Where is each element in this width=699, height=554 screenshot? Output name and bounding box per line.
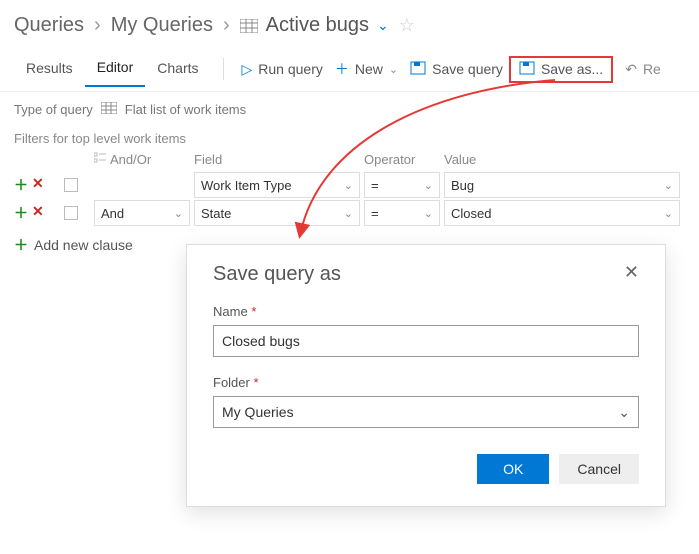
chevron-down-icon: ⌄ — [424, 207, 433, 220]
breadcrumb: Queries › My Queries › Active bugs ⌄ ☆ — [0, 0, 699, 45]
name-input[interactable] — [213, 325, 639, 357]
dialog-title: Save query as — [213, 263, 341, 286]
type-of-query-value: Flat list of work items — [125, 102, 246, 117]
breadcrumb-folder[interactable]: My Queries — [111, 14, 213, 37]
tab-editor[interactable]: Editor — [85, 51, 146, 87]
row-checkbox[interactable] — [64, 206, 78, 220]
andor-select[interactable]: And ⌄ — [94, 200, 190, 226]
save-query-as-dialog: Save query as ✕ Name * Folder * My Queri… — [186, 244, 666, 507]
filters-title: Filters for top level work items — [14, 131, 685, 146]
close-icon[interactable]: ✕ — [624, 263, 639, 281]
filter-row: ＋ ✕ ⌄ Work Item Type ⌄ =⌄ Bug ⌄ — [14, 171, 685, 199]
chevron-down-icon: ⌄ — [618, 404, 630, 421]
andor-value: And — [101, 206, 124, 221]
value-select[interactable]: Bug ⌄ — [444, 172, 680, 198]
row-checkbox[interactable] — [64, 178, 78, 192]
value-value: Closed — [451, 206, 491, 221]
chevron-down-icon: ⌄ — [344, 207, 353, 220]
operator-value: = — [371, 206, 379, 221]
chevron-down-icon: ⌄ — [664, 179, 673, 192]
grid-icon — [240, 19, 258, 33]
chevron-down-icon: ⌄ — [424, 179, 433, 192]
chevron-right-icon: › — [223, 14, 230, 37]
play-icon: ▷ — [242, 61, 253, 78]
revert-label: Re — [643, 61, 661, 77]
tab-results[interactable]: Results — [14, 52, 85, 86]
header-andor: And/Or — [110, 152, 151, 167]
operator-select[interactable]: =⌄ — [364, 200, 440, 226]
field-select[interactable]: State ⌄ — [194, 200, 360, 226]
chevron-down-icon[interactable]: ⌄ — [377, 17, 389, 34]
remove-clause-icon[interactable]: ✕ — [32, 175, 44, 195]
value-select[interactable]: Closed ⌄ — [444, 200, 680, 226]
field-value: Work Item Type — [201, 178, 292, 193]
remove-clause-icon[interactable]: ✕ — [32, 203, 44, 223]
revert-button[interactable]: ↶ Re — [619, 57, 667, 82]
favorite-star-icon[interactable]: ☆ — [399, 15, 415, 36]
save-query-button[interactable]: Save query — [404, 57, 509, 82]
cancel-button[interactable]: Cancel — [559, 454, 639, 484]
tabbar: Results Editor Charts ▷ Run query ＋ New … — [0, 45, 699, 87]
chevron-down-icon: ⌄ — [174, 207, 183, 220]
header-field: Field — [194, 152, 364, 167]
run-query-button[interactable]: ▷ Run query — [236, 57, 329, 82]
operator-select[interactable]: =⌄ — [364, 172, 440, 198]
save-as-button[interactable]: Save as... — [509, 56, 613, 83]
ok-button[interactable]: OK — [477, 454, 549, 484]
save-as-label: Save as... — [541, 61, 603, 77]
required-icon: * — [251, 304, 256, 319]
chevron-down-icon: ⌄ — [344, 179, 353, 192]
name-label: Name — [213, 304, 248, 319]
save-label: Save query — [432, 61, 503, 77]
grid-icon — [101, 102, 117, 117]
breadcrumb-root[interactable]: Queries — [14, 14, 84, 37]
chevron-down-icon: ⌄ — [389, 63, 398, 76]
query-type-bar: Type of query Flat list of work items — [0, 91, 699, 121]
field-select[interactable]: Work Item Type ⌄ — [194, 172, 360, 198]
header-value: Value — [444, 152, 684, 167]
breadcrumb-leaf[interactable]: Active bugs — [266, 14, 369, 37]
chevron-right-icon: › — [94, 14, 101, 37]
filters-header: And/Or Field Operator Value — [14, 152, 685, 167]
field-value: State — [201, 206, 231, 221]
save-as-icon — [519, 61, 535, 78]
operator-value: = — [371, 178, 379, 193]
separator — [223, 58, 224, 80]
checklist-icon — [94, 152, 106, 167]
filter-row: ＋ ✕ And⌄ State⌄ =⌄ Closed⌄ — [14, 199, 685, 227]
run-query-label: Run query — [258, 61, 323, 77]
type-of-query-label: Type of query — [14, 102, 93, 117]
folder-value: My Queries — [222, 404, 294, 420]
undo-icon: ↶ — [625, 61, 637, 78]
add-new-clause-label: Add new clause — [34, 237, 133, 253]
folder-label: Folder — [213, 375, 250, 390]
chevron-down-icon: ⌄ — [664, 207, 673, 220]
value-value: Bug — [451, 178, 474, 193]
plus-icon: ＋ — [14, 235, 28, 255]
folder-select[interactable]: My Queries ⌄ — [213, 396, 639, 428]
save-icon — [410, 61, 426, 78]
add-clause-icon[interactable]: ＋ — [14, 175, 28, 195]
new-label: New — [355, 61, 383, 77]
add-clause-icon[interactable]: ＋ — [14, 203, 28, 223]
new-button[interactable]: ＋ New ⌄ — [329, 55, 404, 83]
required-icon: * — [253, 375, 258, 390]
tab-charts[interactable]: Charts — [145, 52, 210, 86]
header-operator: Operator — [364, 152, 444, 167]
plus-icon: ＋ — [335, 59, 349, 79]
